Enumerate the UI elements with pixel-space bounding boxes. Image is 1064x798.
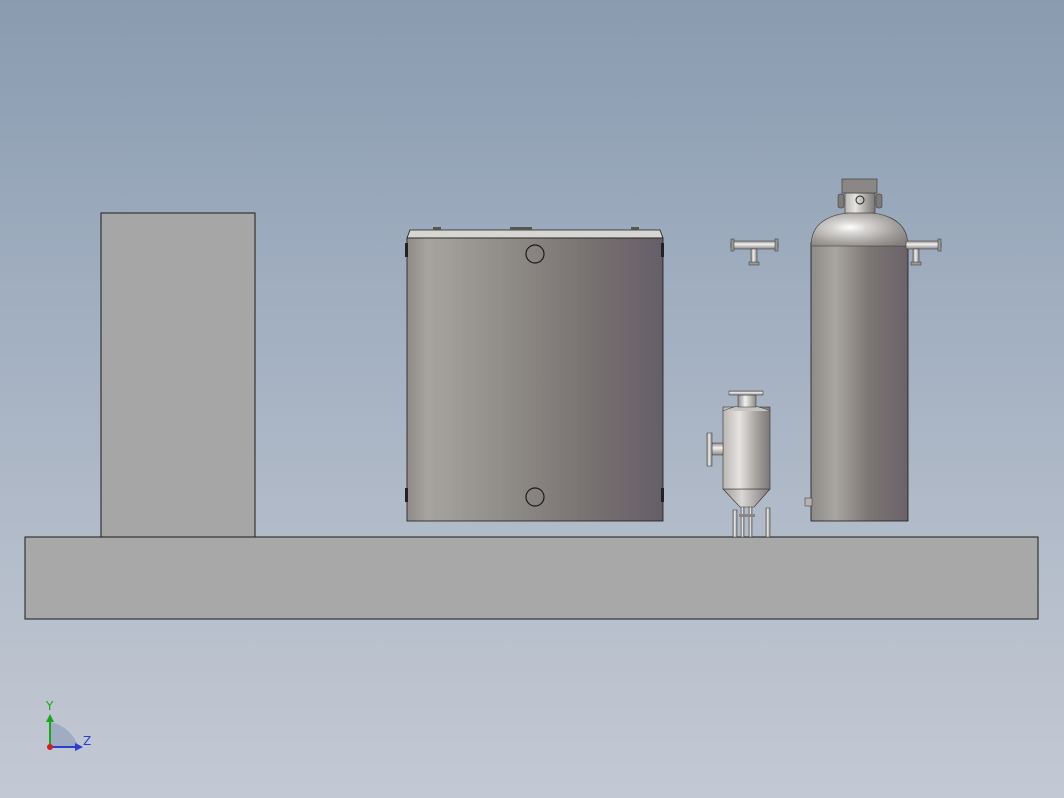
pressure-vessel[interactable]	[804, 178, 942, 522]
large-tank[interactable]	[405, 227, 664, 522]
tee-pipe[interactable]	[730, 238, 779, 266]
y-axis-label: Y	[46, 699, 54, 713]
base-plate[interactable]	[24, 536, 1039, 620]
filter-vessel[interactable]	[706, 390, 771, 538]
z-axis-label: Z	[83, 734, 92, 748]
axis-triad-icon	[46, 714, 83, 751]
model-canvas[interactable]	[0, 0, 1064, 798]
cad-viewport[interactable]: Y Z	[0, 0, 1064, 798]
control-cabinet[interactable]	[100, 212, 256, 538]
